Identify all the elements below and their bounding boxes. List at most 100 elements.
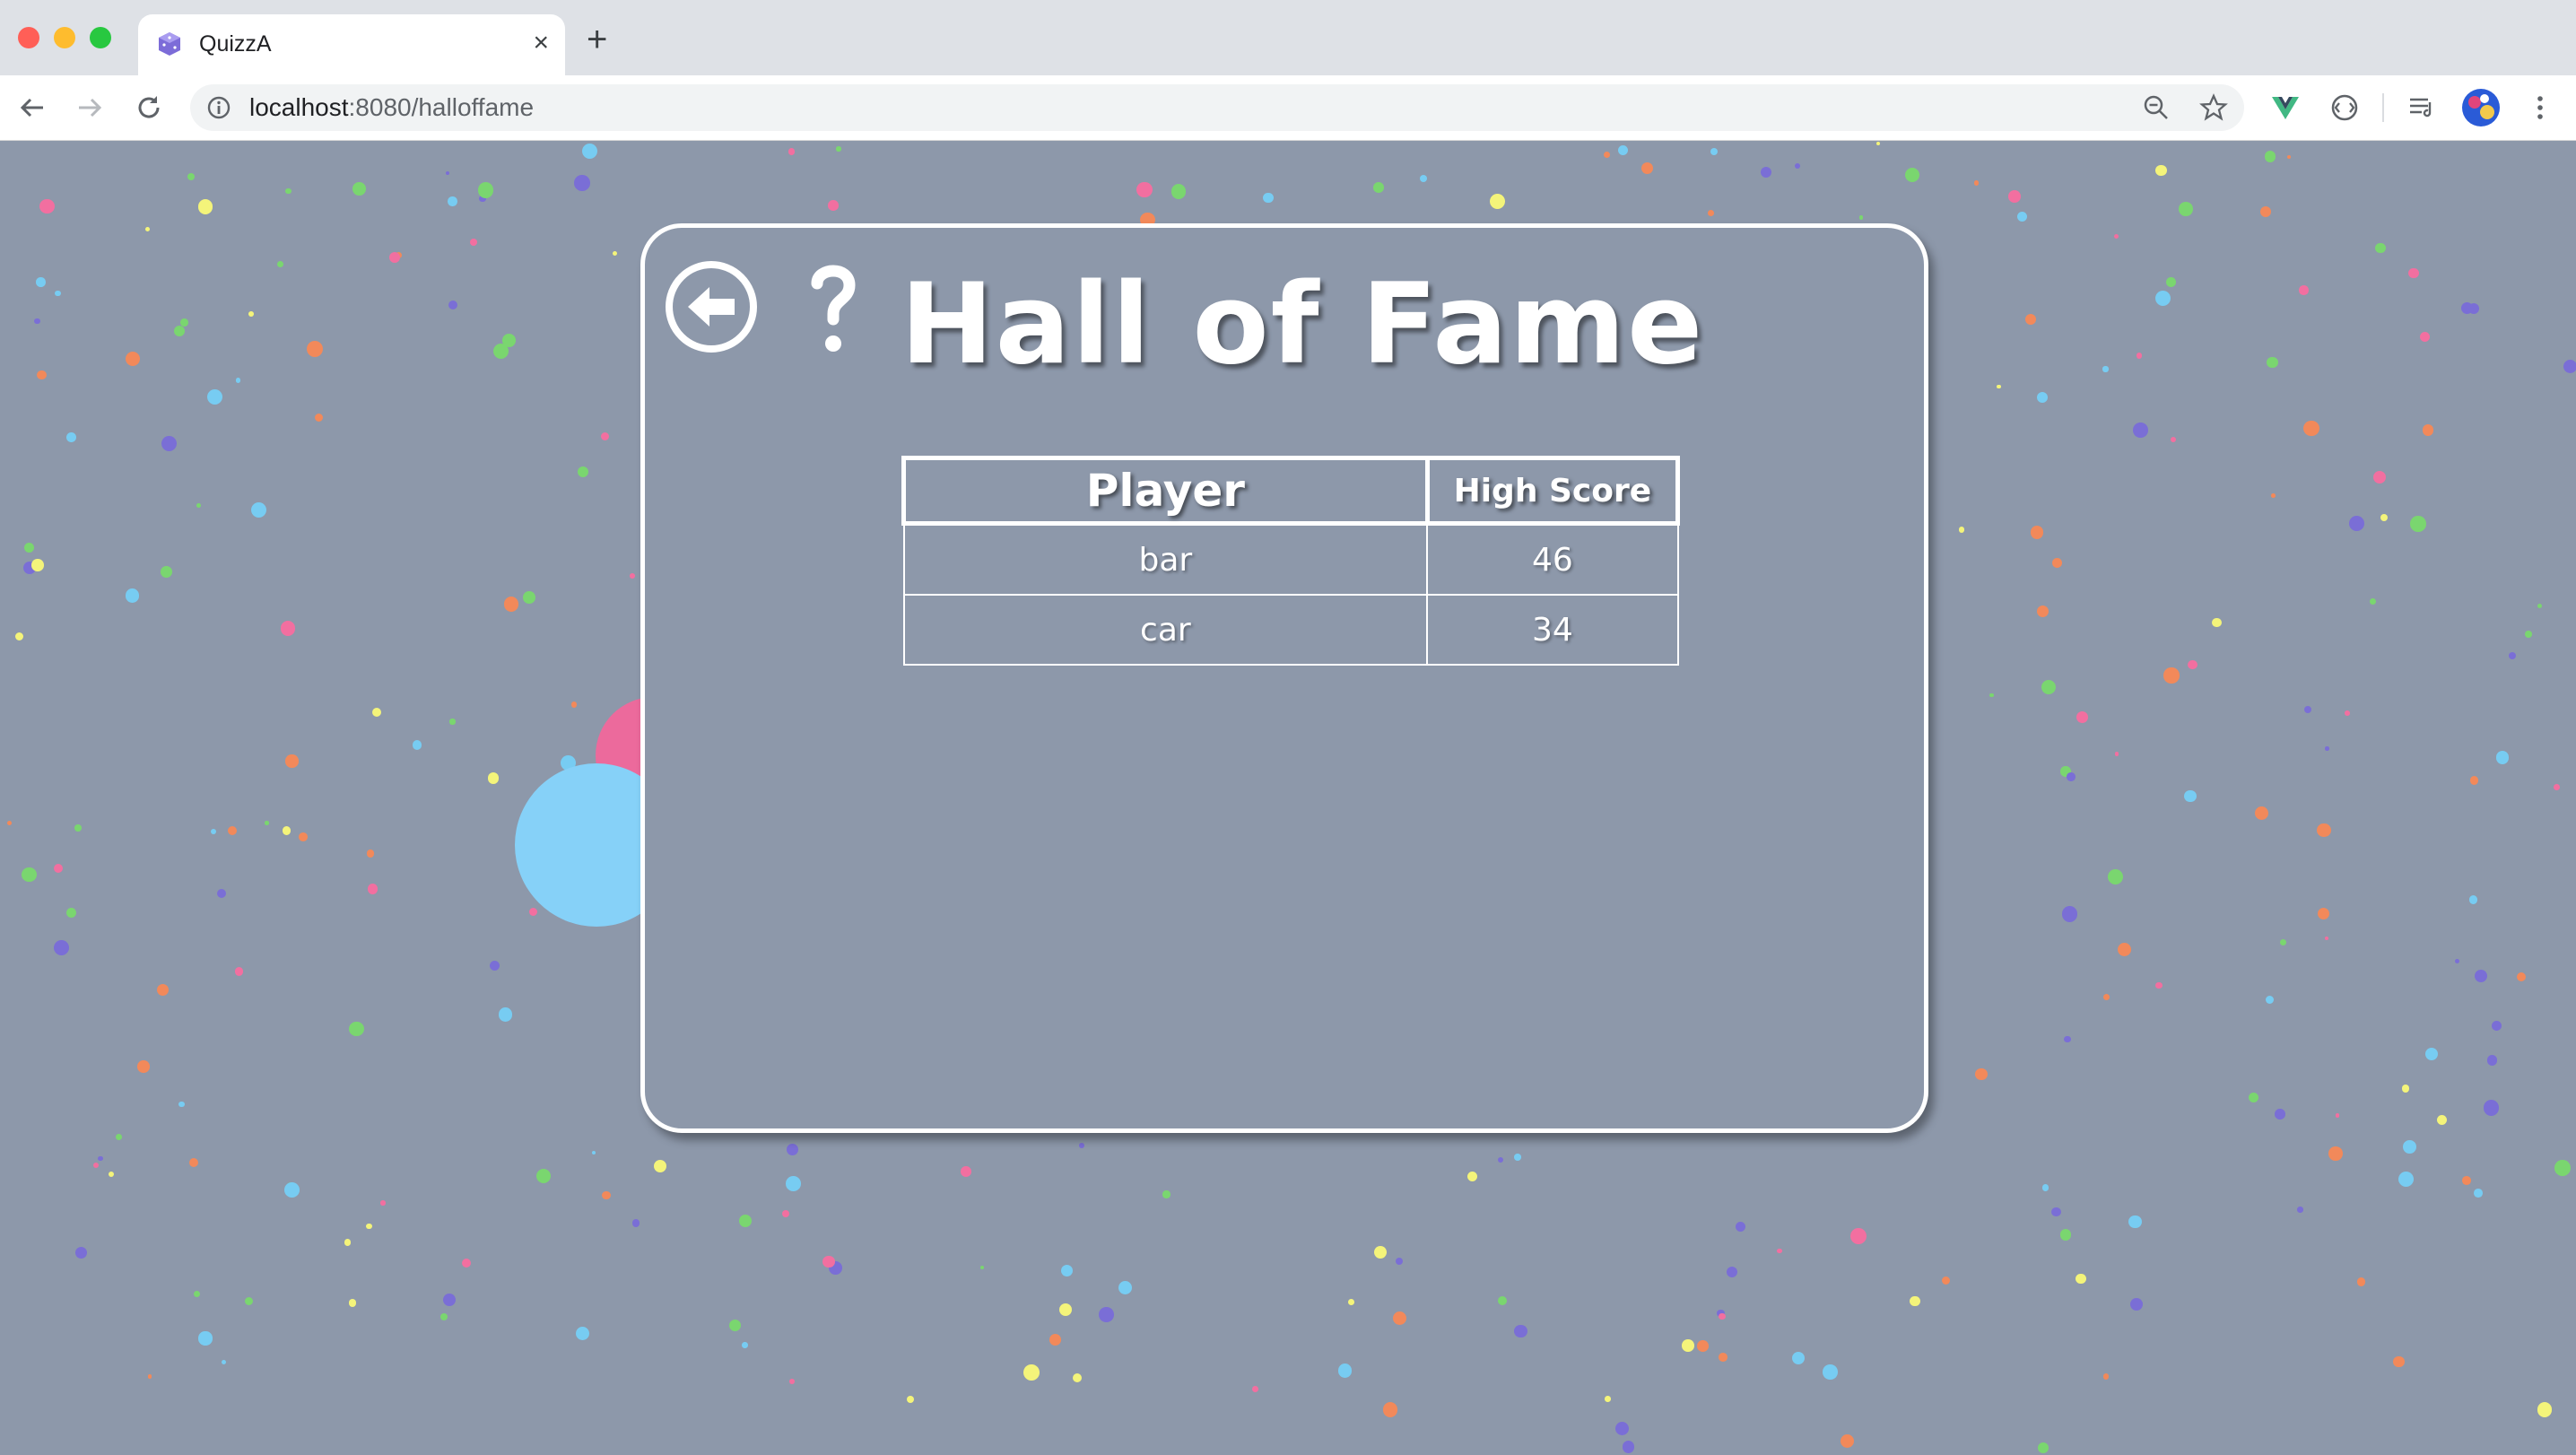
confetti-dot: [2059, 1229, 2072, 1242]
confetti-dot: [2212, 617, 2222, 628]
extension-icon[interactable]: [2328, 91, 2361, 124]
confetti-dot: [1373, 182, 1384, 193]
confetti-dot: [2051, 1207, 2061, 1217]
minimize-window-button[interactable]: [54, 27, 75, 48]
zoom-out-icon[interactable]: [2142, 93, 2171, 122]
confetti-dot: [221, 1360, 226, 1365]
confetti-dot: [2030, 526, 2043, 539]
confetti-dot: [1419, 174, 1428, 183]
confetti-dot: [2380, 514, 2389, 522]
confetti-dot: [145, 227, 151, 232]
vue-devtools-icon[interactable]: [2269, 91, 2302, 124]
confetti-dot: [1605, 1395, 1611, 1402]
confetti-dot: [1338, 1364, 1353, 1378]
confetti-dot: [198, 1331, 213, 1346]
confetti-dot: [2064, 1035, 2072, 1043]
confetti-dot: [2042, 1184, 2049, 1191]
close-window-button[interactable]: [18, 27, 39, 48]
confetti-dot: [1622, 1441, 1635, 1453]
confetti-dot: [2474, 1189, 2484, 1198]
confetti-dot: [1395, 1258, 1403, 1266]
info-icon[interactable]: [206, 95, 231, 120]
confetti-dot: [2155, 164, 2167, 176]
confetti-dot: [1618, 145, 1629, 156]
confetti-dot: [1171, 184, 1187, 199]
confetti-dot: [1904, 168, 1920, 183]
score-cell: 34: [1426, 594, 1679, 666]
confetti-dot: [961, 1165, 971, 1177]
confetti-dot: [250, 501, 267, 518]
confetti-dot: [156, 983, 170, 997]
browser-tab[interactable]: QuizzA ×: [138, 14, 565, 75]
hall-of-fame-card: ? Hall of Fame Player High Score bar 46 …: [640, 223, 1928, 1133]
confetti-dot: [53, 864, 63, 874]
confetti-dot: [2349, 516, 2364, 532]
confetti-dot: [1023, 1364, 1040, 1381]
profile-avatar-icon[interactable]: [2461, 88, 2501, 127]
confetti-dot: [577, 466, 588, 478]
confetti-dot: [2299, 285, 2309, 295]
confetti-dot: [828, 200, 839, 211]
more-menu-icon[interactable]: [2524, 91, 2556, 124]
back-arrow-icon[interactable]: [16, 91, 48, 124]
star-icon[interactable]: [2199, 93, 2228, 122]
confetti-dot: [822, 1256, 835, 1268]
confetti-dot: [1058, 1303, 1073, 1317]
confetti-dot: [31, 559, 44, 571]
confetti-dot: [1251, 1386, 1258, 1393]
score-cell: 46: [1426, 522, 1679, 596]
new-tab-button[interactable]: +: [587, 22, 607, 57]
tab-close-button[interactable]: ×: [533, 29, 549, 57]
dice-favicon-icon: [159, 32, 180, 56]
confetti-dot: [2407, 267, 2419, 279]
confetti-dot: [235, 378, 241, 383]
confetti-dot: [116, 1134, 123, 1141]
confetti-dot: [2516, 971, 2527, 982]
confetti-dot: [2132, 423, 2148, 438]
confetti-dot: [1073, 1372, 1083, 1382]
confetti-dot: [137, 1060, 150, 1073]
confetti-dot: [2248, 1092, 2259, 1103]
confetti-dot: [906, 1395, 914, 1404]
url-host: localhost: [249, 93, 349, 121]
confetti-dot: [37, 370, 47, 380]
confetti-dot: [1466, 1171, 1478, 1182]
maximize-window-button[interactable]: [90, 27, 111, 48]
table-row: car 34: [902, 594, 1679, 666]
confetti-dot: [1079, 1142, 1085, 1148]
confetti-dot: [1997, 384, 2001, 389]
confetti-dot: [352, 181, 366, 196]
confetti-dot: [366, 849, 375, 858]
confetti-dot: [1262, 192, 1274, 204]
confetti-dot: [2422, 423, 2434, 436]
reload-icon[interactable]: [133, 91, 165, 124]
confetti-dot: [2483, 1100, 2500, 1116]
confetti-dot: [7, 820, 13, 825]
confetti-dot: [2061, 906, 2078, 922]
confetti-dot: [244, 1297, 253, 1306]
confetti-dot: [2076, 1273, 2086, 1285]
confetti-dot: [2179, 202, 2194, 216]
confetti-dot: [217, 889, 227, 899]
confetti-dot: [33, 318, 40, 325]
confetti-dot: [630, 572, 636, 579]
confetti-dot: [125, 588, 140, 604]
confetti-dot: [2410, 516, 2426, 532]
confetti-dot: [1975, 1067, 1988, 1081]
confetti-dot: [284, 187, 292, 195]
forward-arrow-icon[interactable]: [74, 91, 106, 124]
confetti-dot: [388, 251, 400, 263]
confetti-dot: [188, 1157, 199, 1168]
address-bar[interactable]: localhost:8080/halloffame: [190, 84, 2244, 131]
confetti-dot: [2403, 1140, 2417, 1154]
confetti-dot: [2372, 470, 2386, 484]
confetti-dot: [602, 1190, 612, 1200]
page-viewport: ? Hall of Fame Player High Score bar 46 …: [0, 141, 2576, 1455]
confetti-dot: [1497, 1156, 1503, 1163]
confetti-dot: [2469, 776, 2479, 785]
confetti-dot: [570, 701, 578, 708]
confetti-dot: [449, 719, 456, 725]
confetti-dot: [461, 1259, 472, 1268]
confetti-dot: [2375, 242, 2386, 254]
reading-list-icon[interactable]: [2406, 91, 2438, 124]
